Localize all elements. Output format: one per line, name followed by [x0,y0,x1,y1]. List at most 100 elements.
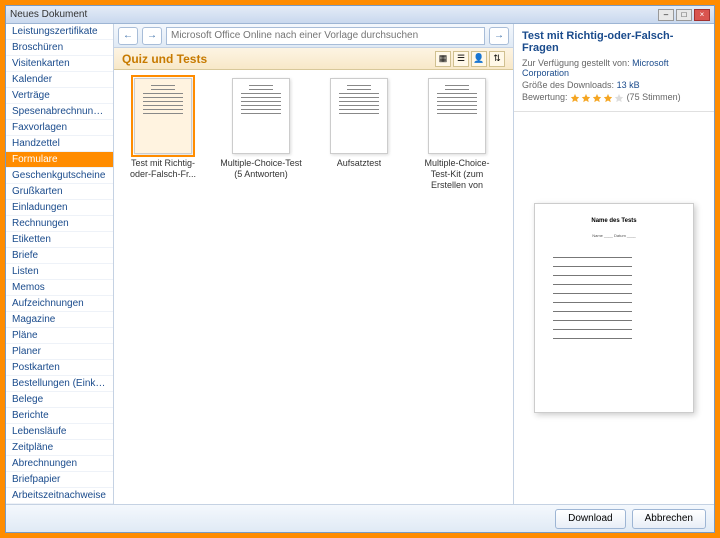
view-thumbnails-icon[interactable]: ▦ [435,51,451,67]
preview-line [553,275,632,276]
details-size-row: Größe des Downloads: 13 kB [522,80,706,90]
minimize-button[interactable]: – [658,9,674,21]
window-title: Neues Dokument [10,9,658,20]
sidebar-item[interactable]: Formulare [6,152,113,168]
sidebar-item[interactable]: Briefpapier [6,472,113,488]
sidebar-item[interactable]: Kalender [6,72,113,88]
sidebar-item[interactable]: Visitenkarten [6,56,113,72]
sidebar-item[interactable]: Einladungen [6,200,113,216]
sidebar-item[interactable]: Handzettel [6,136,113,152]
arrow-left-icon: ← [123,30,133,41]
sidebar-item[interactable]: Postkarten [6,360,113,376]
sidebar-item[interactable]: Spesenabrechnungen [6,104,113,120]
forward-button[interactable]: → [142,27,162,45]
template-thumbnail [232,78,290,154]
toolbar: ← → → [114,24,513,48]
close-button[interactable]: × [694,9,710,21]
sidebar-item[interactable]: Etiketten [6,232,113,248]
template-thumbnail [134,78,192,154]
back-button[interactable]: ← [118,27,138,45]
sidebar-item[interactable]: Leistungszertifikate [6,24,113,40]
template-item[interactable]: Test mit Richtig-oder-Falsch-Fr... [122,78,204,190]
sidebar-item[interactable]: Magazine [6,312,113,328]
view-icons: ▦ ☰ 👤 ⇅ [435,51,505,67]
preview-line [553,266,632,267]
template-label: Test mit Richtig-oder-Falsch-Fr... [122,158,204,190]
sidebar-item[interactable]: Rechnungen [6,216,113,232]
arrow-right-icon: → [494,30,504,41]
details-panel: Test mit Richtig-oder-Falsch-Fragen Zur … [514,24,714,504]
template-item[interactable]: Aufsatztest [318,78,400,190]
template-thumbnail [330,78,388,154]
sidebar-item[interactable]: Faxvorlagen [6,120,113,136]
template-gallery: Test mit Richtig-oder-Falsch-Fr... Multip… [114,70,513,504]
cancel-button[interactable]: Abbrechen [632,509,706,529]
sidebar-item[interactable]: Arbeitszeitnachweise [6,488,113,504]
titlebar-buttons: – □ × [658,9,710,21]
rating-stars [570,93,624,103]
sidebar-item[interactable]: Broschüren [6,40,113,56]
category-header: Quiz und Tests ▦ ☰ 👤 ⇅ [114,48,513,70]
dialog-window: Neues Dokument – □ × Leistungszertifikat… [5,5,715,533]
rating-votes: (75 Stimmen) [627,92,681,102]
template-label: Multiple-Choice-Test-Kit (zum Erstellen … [416,158,498,190]
sidebar-item[interactable]: Listen [6,264,113,280]
preview-line [553,338,632,339]
preview-line [553,302,632,303]
size-label: Größe des Downloads: [522,80,614,90]
sidebar-item[interactable]: Lebensläufe [6,424,113,440]
preview-line [553,320,632,321]
details-rating-row: Bewertung: (75 Stimmen) [522,92,706,103]
sidebar-item[interactable]: Zeitpläne [6,440,113,456]
dialog-body: LeistungszertifikateBroschürenVisitenkar… [6,24,714,504]
sidebar-item[interactable]: Aufzeichnungen [6,296,113,312]
size-value: 13 kB [617,80,640,90]
details-header: Test mit Richtig-oder-Falsch-Fragen Zur … [514,24,714,112]
sidebar-item[interactable]: Briefe [6,248,113,264]
search-go-button[interactable]: → [489,27,509,45]
sidebar-item[interactable]: Abrechnungen [6,456,113,472]
sidebar-item[interactable]: Grußkarten [6,184,113,200]
preview-line [553,293,632,294]
template-item[interactable]: Multiple-Choice-Test-Kit (zum Erstellen … [416,78,498,190]
star-icon [570,93,580,103]
template-label: Multiple-Choice-Test (5 Antworten) [220,158,302,190]
sidebar-item[interactable]: Memos [6,280,113,296]
template-item[interactable]: Multiple-Choice-Test (5 Antworten) [220,78,302,190]
arrow-right-icon: → [147,30,157,41]
sidebar-item[interactable]: Geschenkgutscheine [6,168,113,184]
maximize-button[interactable]: □ [676,9,692,21]
template-thumbnail [428,78,486,154]
search-input[interactable] [166,27,485,45]
download-button[interactable]: Download [555,509,625,529]
template-label: Aufsatztest [337,158,382,190]
dialog-footer: Download Abbrechen [6,504,714,532]
star-icon [581,93,591,103]
preview-page-title: Name des Tests [553,218,675,224]
main-panel: ← → → Quiz und Tests ▦ ☰ 👤 ⇅ T [114,24,514,504]
sidebar-item[interactable]: Pläne [6,328,113,344]
sidebar-item[interactable]: Verträge [6,88,113,104]
preview-line [553,329,632,330]
preview-page: Name des Tests Name ____ Datum ____ [534,203,694,413]
sidebar-item[interactable]: Berichte [6,408,113,424]
view-sort-icon[interactable]: ⇅ [489,51,505,67]
details-title: Test mit Richtig-oder-Falsch-Fragen [522,30,706,54]
preview-meta: Name ____ Datum ____ [553,233,675,238]
rating-label: Bewertung: [522,92,568,102]
view-list-icon[interactable]: ☰ [453,51,469,67]
view-user-icon[interactable]: 👤 [471,51,487,67]
sidebar-item[interactable]: Planer [6,344,113,360]
preview-line [553,284,632,285]
sidebar-item[interactable]: Bestellungen (Einkauf) [6,376,113,392]
star-icon [614,93,624,103]
details-provider-row: Zur Verfügung gestellt von: Microsoft Co… [522,58,706,78]
preview-line [553,311,632,312]
sidebar-item[interactable]: Belege [6,392,113,408]
category-sidebar[interactable]: LeistungszertifikateBroschürenVisitenkar… [6,24,114,504]
star-icon [592,93,602,103]
titlebar: Neues Dokument – □ × [6,6,714,24]
preview-area: Name des Tests Name ____ Datum ____ [514,112,714,504]
preview-line [553,257,632,258]
provider-label: Zur Verfügung gestellt von: [522,58,630,68]
